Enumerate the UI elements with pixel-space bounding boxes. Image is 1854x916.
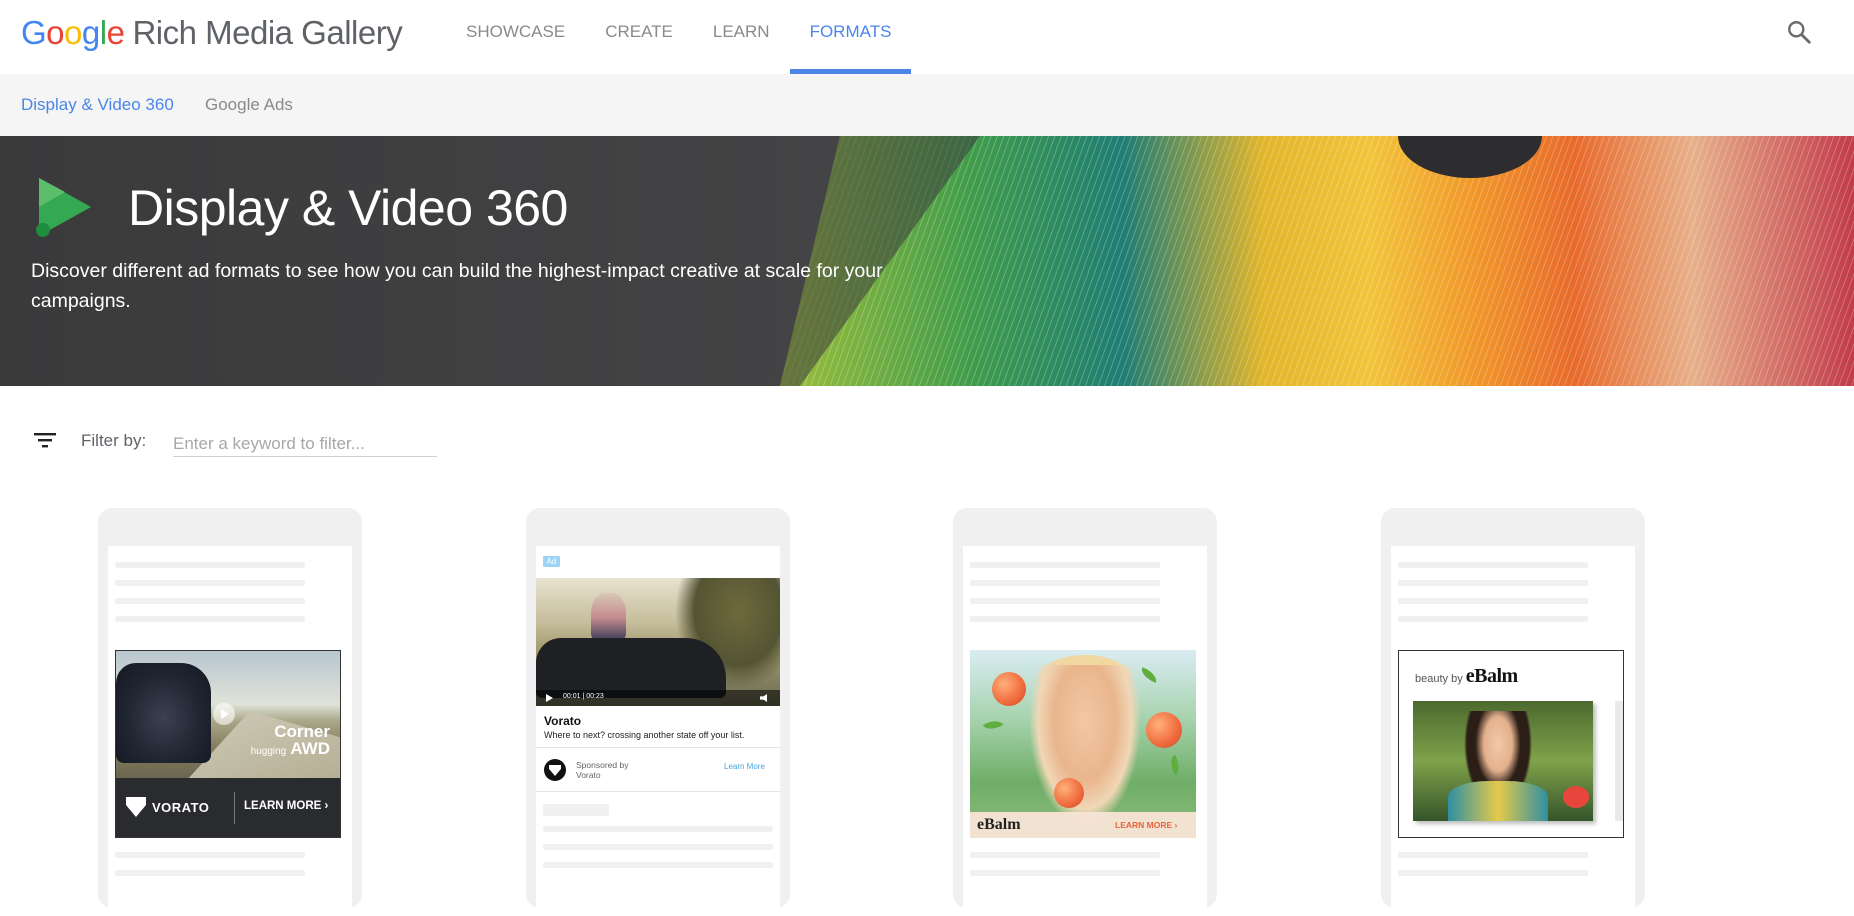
ad-creative-preview[interactable]: eBalm LEARN MORE › [970,650,1196,838]
placeholder-line [970,562,1160,568]
placeholder-line [543,804,609,816]
placeholder-line [543,862,773,868]
placeholder-line [115,870,305,876]
placeholder-line [543,826,773,832]
placeholder-line [1398,598,1588,604]
hero-title: Display & Video 360 [128,180,568,236]
placeholder-line [1398,852,1588,858]
ad-creative-preview[interactable]: Corner hugging AWD VORATO LEARN MORE › [115,650,341,838]
phone-screen: beauty by eBalm [1391,546,1635,916]
subnav-google-ads[interactable]: Google Ads [205,95,293,115]
placeholder-line [115,562,305,568]
filter-label: Filter by: [81,431,147,450]
play-icon[interactable] [546,694,553,702]
ad-brand: VORATO [152,800,210,815]
tab-formats[interactable]: FORMATS [789,0,912,74]
ad-photo-car [116,663,211,763]
placeholder-line [970,616,1160,622]
top-bar: Google Rich Media Gallery SHOWCASE CREATE… [0,0,1854,74]
tab-create[interactable]: CREATE [585,0,693,74]
ad-advertiser-name: Vorato [544,714,582,728]
divider [536,791,780,792]
leaf-image [982,716,1004,734]
placeholder-line [543,844,773,850]
peach-image [992,672,1026,706]
placeholder-line [1398,562,1588,568]
sub-nav: Display & Video 360 Google Ads [0,74,1854,136]
sponsored-by-text: Sponsored by Vorato [576,760,629,780]
placeholder-line [1398,580,1588,586]
video-player[interactable]: 00:01 | 00:23 [536,578,780,706]
format-card[interactable]: eBalm LEARN MORE › [953,508,1217,916]
filter-input[interactable] [173,431,437,457]
ad-headline: Corner hugging AWD [250,722,330,758]
placeholder-line [1398,616,1588,622]
peach-image [1054,778,1084,808]
hero-banner: Display & Video 360 Discover different a… [0,136,1854,386]
video-time: 00:01 | 00:23 [563,693,604,700]
placeholder-line [970,870,1160,876]
placeholder-line [1398,870,1588,876]
ad-photo-model [1030,665,1140,825]
dv360-play-icon [36,178,91,237]
format-card[interactable]: Corner hugging AWD VORATO LEARN MORE › [98,508,362,916]
tab-showcase[interactable]: SHOWCASE [446,0,585,74]
placeholder-line [115,580,305,586]
ad-footer: VORATO LEARN MORE › [116,778,340,837]
ad-brand: beauty by eBalm [1415,665,1518,687]
learn-more-link[interactable]: Learn More [724,762,765,771]
tab-learn[interactable]: LEARN [693,0,790,74]
search-icon[interactable] [1786,19,1812,45]
mute-icon[interactable] [760,694,767,702]
peach-image [1146,712,1182,748]
ad-footer: eBalm LEARN MORE › [970,812,1196,838]
ebalm-logo: eBalm [977,816,1021,833]
placeholder-line [115,852,305,858]
ebalm-logo: eBalm [1465,665,1518,687]
learn-more-button[interactable]: LEARN MORE › [244,800,328,812]
vorato-logo-icon [544,759,566,781]
placeholder-line [115,616,305,622]
learn-more-button[interactable]: LEARN MORE › [1115,820,1177,830]
video-frame-person [591,593,626,643]
leaf-image [1166,754,1184,776]
vorato-logo-icon [126,797,146,817]
ad-badge: Ad [543,556,560,567]
placeholder-line [970,580,1160,586]
phone-screen: eBalm LEARN MORE › [963,546,1207,916]
google-rich-media-gallery-logo[interactable]: Google Rich Media Gallery [21,14,403,52]
format-card[interactable]: beauty by eBalm [1381,508,1645,916]
carousel-next-panel[interactable] [1615,701,1623,821]
leaf-image [1138,667,1160,683]
format-card[interactable]: Ad 00:01 | 00:23 Vorato Where to next? c… [526,508,790,916]
video-controls: 00:01 | 00:23 [536,690,780,706]
hero-description: Discover different ad formats to see how… [31,260,883,312]
divider [234,792,235,824]
play-icon[interactable] [213,703,235,725]
filter-icon[interactable] [33,430,57,450]
ad-photo-flower [1563,786,1589,808]
ad-creative-preview[interactable]: beauty by eBalm [1398,650,1624,838]
main-nav: SHOWCASE CREATE LEARN FORMATS [446,0,912,74]
video-frame-car [536,638,726,698]
phone-screen: Corner hugging AWD VORATO LEARN MORE › [108,546,352,916]
ad-photo-dress [1448,781,1548,821]
subnav-display-video-360[interactable]: Display & Video 360 [21,95,174,115]
placeholder-line [970,598,1160,604]
ad-tagline: Where to next? crossing another state of… [544,730,745,740]
placeholder-line [115,598,305,604]
ad-photo [1413,701,1593,821]
divider [536,747,780,748]
placeholder-line [970,852,1160,858]
phone-screen: Ad 00:01 | 00:23 Vorato Where to next? c… [536,546,780,916]
